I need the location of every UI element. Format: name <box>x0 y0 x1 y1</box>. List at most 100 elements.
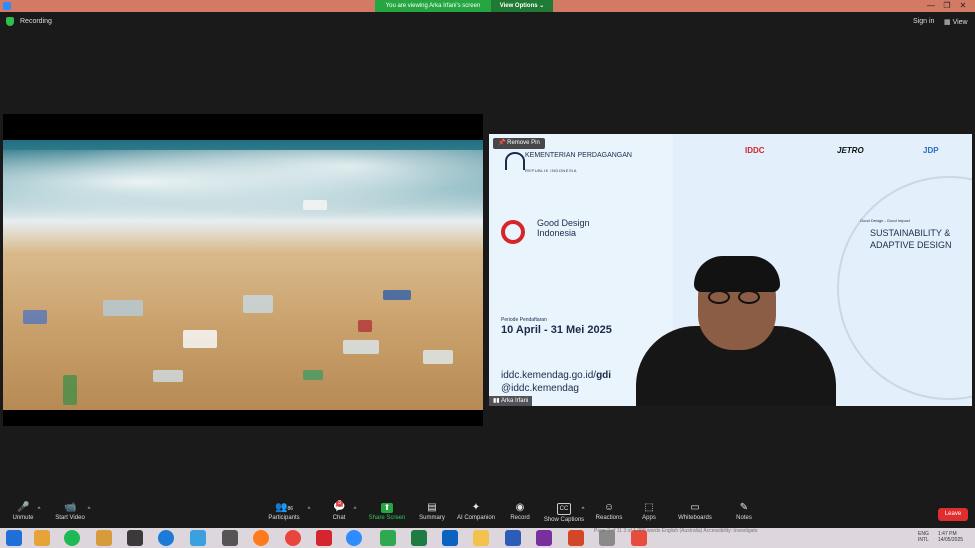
zoom-taskbar-icon[interactable] <box>346 530 362 546</box>
reactions-label: Reactions <box>595 515 623 521</box>
whiteboards-button[interactable]: ▭ Whiteboards <box>674 500 716 528</box>
record-label: Record <box>510 515 530 521</box>
language-indicator[interactable]: ENG INTL <box>918 531 929 543</box>
blue-cap <box>383 290 411 300</box>
pin-icon: 📌 <box>498 140 508 146</box>
close-icon[interactable]: ✕ <box>955 0 971 12</box>
archive-app-icon[interactable] <box>96 530 112 546</box>
view-button[interactable]: ▦ View <box>944 18 968 26</box>
kemendag-emblem-icon <box>505 152 525 170</box>
chrome-icon[interactable] <box>285 530 301 546</box>
share-screen-icon: ⬆ <box>381 503 393 513</box>
minimize-icon[interactable]: — <box>923 0 939 12</box>
apps-button[interactable]: ⬚ Apps <box>638 500 660 528</box>
onenote-icon[interactable] <box>536 530 552 546</box>
iddc-logo: IDDC <box>745 146 765 155</box>
website-suffix: gdi <box>596 370 612 381</box>
unmute-label: Unmute <box>12 515 34 521</box>
notes-label: Notes <box>736 515 752 521</box>
app-icon[interactable] <box>190 530 206 546</box>
shared-screen-video[interactable] <box>3 114 483 426</box>
remove-pin-button[interactable]: 📌 Remove Pin <box>493 138 545 149</box>
recording-label: Recording <box>20 18 52 25</box>
spotify-icon[interactable] <box>64 530 80 546</box>
clear-bottle <box>243 295 273 313</box>
edge-icon[interactable] <box>158 530 174 546</box>
unmute-button[interactable]: 🎤 Unmute <box>10 500 36 528</box>
meeting-status-row: Recording Sign in ▦ View <box>0 14 975 30</box>
participants-count: 86 <box>287 506 293 512</box>
notes-button[interactable]: ✎ Notes <box>732 500 756 528</box>
participants-glyph: 👥 <box>274 502 288 513</box>
wave-foam <box>3 150 483 230</box>
zoom-app-icon <box>3 2 11 10</box>
audio-options-chevron-icon[interactable]: ^ <box>36 500 42 528</box>
recording-indicator: Recording <box>6 17 52 26</box>
reactions-icon: ☺ <box>603 502 615 513</box>
participants-icon: 👥86 <box>271 503 297 513</box>
home-icon[interactable] <box>127 530 143 546</box>
chat-badge: 3 <box>336 500 343 507</box>
apps-icon: ⬚ <box>644 502 654 513</box>
ai-companion-label: AI Companion <box>456 515 496 521</box>
gdi-emblem-icon <box>501 220 525 244</box>
whiteboards-label: Whiteboards <box>678 515 712 521</box>
pinned-speaker-video[interactable]: 📌 Remove Pin KEMENTERIAN PERDAGANGAN REP… <box>489 134 972 406</box>
excel-icon[interactable] <box>411 530 427 546</box>
tagline: Good Design - Good Impact <box>860 218 910 223</box>
participant-name: Arka Irfani <box>500 398 529 404</box>
gdi-title: Good Design Indonesia <box>537 218 590 238</box>
video-off-icon: 📹 <box>64 502 77 513</box>
view-label: View <box>952 19 968 26</box>
remove-pin-label: Remove Pin <box>507 140 540 146</box>
grid-icon: ▦ <box>944 19 953 26</box>
media-player-icon[interactable] <box>34 530 50 546</box>
start-icon[interactable] <box>6 530 22 546</box>
website-text: iddc.kemendag.go.id/gdi <box>501 370 611 381</box>
file-explorer-icon[interactable] <box>473 530 489 546</box>
clock-date: 14/05/2025 <box>938 537 964 543</box>
view-options-button[interactable]: View Options ⌄ <box>491 0 553 12</box>
ai-companion-button[interactable]: ✦ AI Companion <box>454 500 498 528</box>
start-video-label: Start Video <box>55 515 85 521</box>
blue-bottle <box>23 310 47 324</box>
word-status-bar-text: Page 2 of 11 3 of 1,200 words English (A… <box>594 528 758 534</box>
participants-button[interactable]: 👥86 Participants <box>264 500 304 528</box>
firefox-icon[interactable] <box>253 530 269 546</box>
speaker-figure <box>636 256 836 406</box>
pdf-reader-icon[interactable] <box>316 530 332 546</box>
word-icon[interactable] <box>505 530 521 546</box>
video-options-chevron-icon[interactable]: ^ <box>86 500 92 528</box>
start-video-button[interactable]: 📹 Start Video <box>52 500 88 528</box>
glasses-icon <box>708 290 764 304</box>
plastic-container <box>183 330 217 348</box>
chat-button[interactable]: 3 💬 Chat <box>328 500 350 528</box>
maximize-icon[interactable]: ❐ <box>939 0 955 12</box>
kemendag-title: KEMENTERIAN PERDAGANGAN <box>525 152 632 159</box>
clear-bottle <box>103 300 143 316</box>
leave-button[interactable]: Leave <box>938 508 968 521</box>
app-icon[interactable] <box>380 530 396 546</box>
outlook-icon[interactable] <box>442 530 458 546</box>
participants-chevron-icon[interactable]: ^ <box>306 500 312 528</box>
chat-chevron-icon[interactable]: ^ <box>352 500 358 528</box>
red-cap <box>358 320 372 332</box>
app-icon[interactable] <box>222 530 238 546</box>
powerpoint-icon[interactable] <box>568 530 584 546</box>
jetro-logo: JETRO <box>837 146 864 155</box>
chat-label: Chat <box>332 515 346 521</box>
clock[interactable]: 1:47 PM 14/05/2025 <box>938 531 963 543</box>
captions-chevron-icon[interactable]: ^ <box>580 500 586 528</box>
summary-button[interactable]: ▤ Summary <box>416 500 448 528</box>
sign-in-button[interactable]: Sign in <box>913 18 934 25</box>
share-screen-button[interactable]: ⬆ Share Screen <box>366 500 408 528</box>
language-sub: INTL <box>918 537 929 543</box>
reactions-button[interactable]: ☺ Reactions <box>594 500 624 528</box>
record-button[interactable]: ◉ Record <box>506 500 534 528</box>
microphone-muted-icon: 🎤 <box>17 502 30 513</box>
signal-icon: ▮▮ <box>493 398 501 404</box>
instagram-handle: @iddc.kemendag <box>501 383 579 394</box>
windows-taskbar: ENG INTL 1:47 PM 14/05/2025 <box>0 528 975 548</box>
theme-title: SUSTAINABILITY & ADAPTIVE DESIGN <box>870 228 952 250</box>
share-screen-label: Share Screen <box>368 515 406 521</box>
